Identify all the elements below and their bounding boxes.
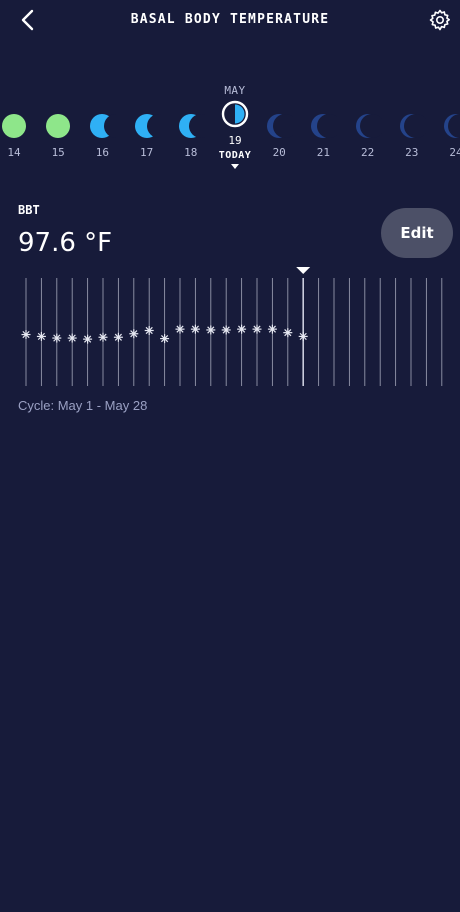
bbt-point[interactable] xyxy=(129,329,139,339)
top-bar: BASAL BODY TEMPERATURE xyxy=(0,0,460,40)
bbt-value: 97.6 °F xyxy=(18,228,113,258)
bbt-point[interactable] xyxy=(113,332,123,342)
today-caret-icon xyxy=(231,164,239,169)
day-16[interactable]: 16 xyxy=(82,100,122,172)
bbt-point[interactable] xyxy=(67,333,77,343)
bbt-point[interactable] xyxy=(144,326,154,335)
moon-phase-icon xyxy=(2,114,26,138)
page-title: BASAL BODY TEMPERATURE xyxy=(130,12,330,27)
bbt-point[interactable] xyxy=(252,324,262,334)
moon-phase-icon xyxy=(444,114,460,138)
day-17[interactable]: 17 xyxy=(127,100,167,172)
moon-phase-icon xyxy=(221,100,249,128)
moon-phase-icon xyxy=(311,114,338,138)
gear-icon xyxy=(429,9,450,31)
bbt-label: BBT xyxy=(18,203,40,217)
today-label: TODAY xyxy=(218,150,252,161)
bbt-point[interactable] xyxy=(298,331,308,341)
day-number: 15 xyxy=(51,146,65,159)
moon-phase-icon xyxy=(134,114,161,138)
bbt-point[interactable] xyxy=(83,334,93,344)
bbt-point[interactable] xyxy=(36,331,46,341)
cycle-range-text: Cycle: May 1 - May 28 xyxy=(18,398,148,413)
bbt-point[interactable] xyxy=(98,332,108,342)
day-21[interactable]: 21 xyxy=(303,100,343,172)
bbt-point[interactable] xyxy=(283,328,293,338)
day-number: 23 xyxy=(405,146,419,159)
day-number: 24 xyxy=(449,146,460,159)
day-number: 16 xyxy=(95,146,110,159)
day-number: 19 xyxy=(228,134,242,147)
day-24[interactable]: 24 xyxy=(436,100,460,172)
bbt-point[interactable] xyxy=(267,324,277,334)
current-day-marker xyxy=(296,267,311,274)
bbt-point[interactable] xyxy=(190,324,200,334)
day-18[interactable]: 18 xyxy=(171,100,211,172)
moon-phase-icon xyxy=(399,114,426,138)
day-number: 14 xyxy=(7,146,21,159)
day-number: 21 xyxy=(316,146,331,159)
day-23[interactable]: 23 xyxy=(392,100,432,172)
bbt-point[interactable] xyxy=(160,334,170,344)
bbt-point[interactable] xyxy=(52,333,62,343)
bbt-point[interactable] xyxy=(221,325,231,335)
bbt-chart xyxy=(21,267,443,386)
moon-phase-icon xyxy=(267,114,294,138)
moon-phase-icon xyxy=(355,114,382,138)
day-number: 17 xyxy=(139,146,154,159)
day-15[interactable]: 15 xyxy=(38,100,78,172)
day-14[interactable]: 14 xyxy=(0,100,34,172)
bbt-point[interactable] xyxy=(21,330,31,340)
month-label: MAY xyxy=(224,84,246,97)
day-number: 18 xyxy=(184,146,198,159)
day-number: 20 xyxy=(272,146,286,159)
bbt-point[interactable] xyxy=(237,324,247,334)
moon-phase-icon xyxy=(178,114,205,138)
moon-phase-icon xyxy=(90,114,117,138)
day-22[interactable]: 22 xyxy=(348,100,388,172)
day-19[interactable]: 19 TODAY xyxy=(215,100,255,172)
moon-phase-icon xyxy=(46,114,71,138)
day-20[interactable]: 20 xyxy=(259,100,299,172)
bbt-point[interactable] xyxy=(175,324,185,334)
settings-button[interactable] xyxy=(428,8,452,32)
day-strip[interactable]: 14 15 16 17 18 19 TODAY 20 21 22 23 24 xyxy=(0,100,460,172)
day-number: 22 xyxy=(360,146,375,159)
bbt-point[interactable] xyxy=(206,325,216,335)
edit-button[interactable]: Edit xyxy=(381,208,453,258)
